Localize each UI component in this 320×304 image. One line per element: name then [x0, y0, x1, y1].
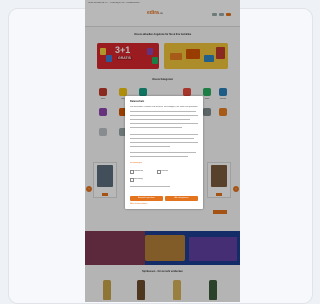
website-page: Gratis Versand ab 59 € · Lieferung in 24… [85, 0, 240, 302]
accept-selected-button[interactable]: Auswahl speichern [130, 196, 163, 201]
text-line [130, 152, 196, 153]
option-label: Marketing [134, 178, 143, 180]
cookie-consent-dialog: Datenschutz Wir verwenden Cookies und äh… [125, 96, 203, 209]
text-line [130, 127, 182, 128]
option-label: Statistik [161, 170, 169, 172]
text-line [130, 186, 170, 187]
text-line [130, 119, 190, 120]
text-line [130, 138, 194, 139]
accept-all-button[interactable]: Alle akzeptieren [165, 196, 198, 201]
settings-link[interactable]: Einstellungen [130, 162, 142, 164]
text-line [130, 123, 198, 124]
text-line [130, 156, 188, 157]
text-line [130, 111, 196, 112]
option-label: Notwendig [134, 170, 144, 172]
text-line [130, 134, 198, 135]
dialog-title: Datenschutz [130, 100, 145, 103]
text-line [130, 142, 198, 143]
more-info-link[interactable]: Mehr Informationen [130, 203, 147, 205]
dialog-text: Wir verwenden Cookies und ähnliche Techn… [130, 106, 198, 108]
text-line [130, 115, 198, 116]
text-line [130, 146, 170, 147]
